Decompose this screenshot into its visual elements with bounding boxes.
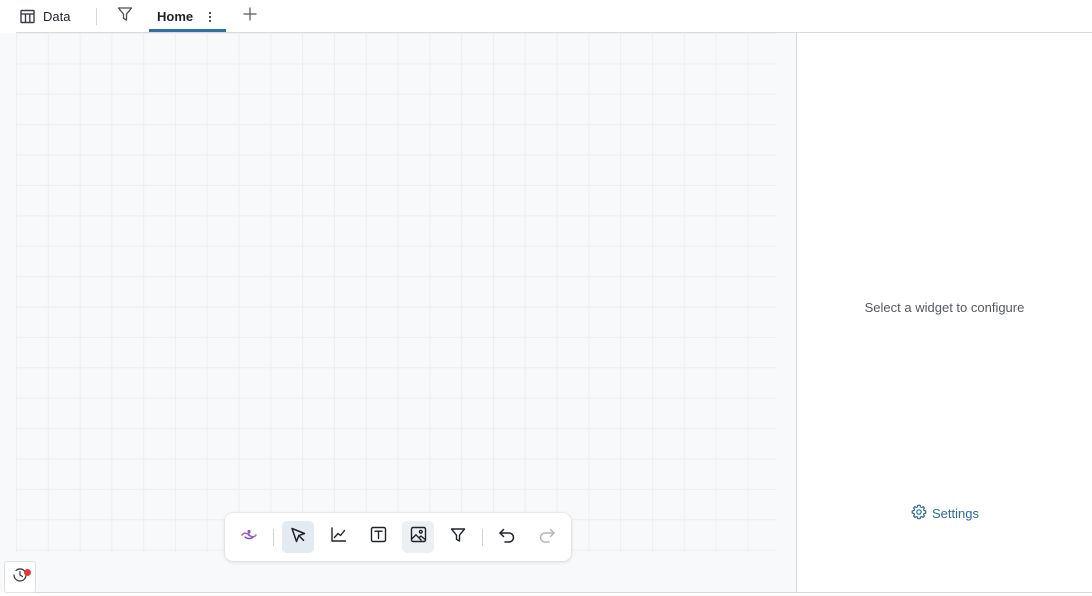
add-filter-button[interactable] <box>442 521 474 553</box>
global-filter-button[interactable] <box>113 5 137 27</box>
config-panel: Select a widget to configure Settings <box>796 33 1092 592</box>
canvas-toolbar <box>225 513 571 561</box>
add-chart-button[interactable] <box>322 521 354 553</box>
data-tab-label: Data <box>43 8 71 24</box>
data-tab[interactable]: Data <box>14 4 76 28</box>
empty-config-message: Select a widget to configure <box>864 300 1025 315</box>
canvas-bottom-border <box>16 592 1092 593</box>
gear-icon <box>911 504 927 523</box>
settings-link[interactable]: Settings <box>911 504 979 523</box>
kebab-icon[interactable] <box>205 9 215 25</box>
redo-button[interactable] <box>531 521 563 553</box>
tab-home[interactable]: Home <box>149 0 226 33</box>
history-button[interactable] <box>4 561 36 593</box>
table-icon <box>20 9 35 24</box>
add-page-button[interactable] <box>239 5 261 27</box>
undo-button[interactable] <box>491 521 523 553</box>
notification-dot <box>24 569 31 576</box>
add-image-button[interactable] <box>402 521 434 553</box>
filter-icon <box>450 527 466 548</box>
filter-icon <box>117 6 133 27</box>
assistant-logo-icon <box>240 528 258 547</box>
plus-icon <box>242 6 258 27</box>
undo-icon <box>498 527 516 548</box>
redo-icon <box>538 527 556 548</box>
canvas-grid <box>16 33 776 553</box>
line-chart-icon <box>330 526 347 548</box>
select-tool-button[interactable] <box>282 521 314 553</box>
toolbar-divider <box>273 529 274 546</box>
image-icon <box>410 526 427 548</box>
settings-label: Settings <box>932 506 979 521</box>
assistant-button[interactable] <box>233 521 265 553</box>
top-tab-bar: Data Home <box>0 0 1092 33</box>
add-text-button[interactable] <box>362 521 394 553</box>
tab-divider <box>96 8 97 25</box>
select-cursor-icon <box>289 526 307 549</box>
tab-home-label: Home <box>157 9 194 24</box>
text-box-icon <box>370 526 387 548</box>
toolbar-divider <box>482 529 483 546</box>
